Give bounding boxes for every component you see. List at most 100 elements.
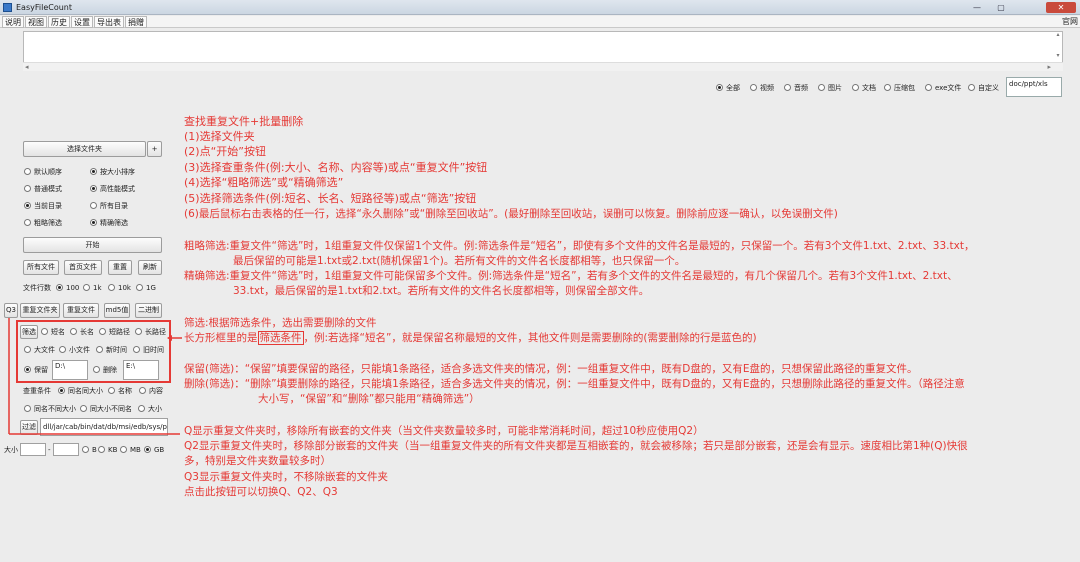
menu-settings[interactable]: 设置 xyxy=(71,16,93,28)
guide-step-4: (4)选择“粗略筛选”或“精确筛选” xyxy=(184,176,344,189)
close-button[interactable]: ✕ xyxy=(1046,2,1076,13)
refresh-button[interactable]: 刷新 xyxy=(138,260,162,275)
radio-dot-icon xyxy=(884,84,891,91)
type-document-radio[interactable]: 文档 xyxy=(852,84,876,93)
rows-1k-radio[interactable]: 1k xyxy=(83,284,102,293)
guide-step-1: (1)选择文件夹 xyxy=(184,130,255,143)
size-from-input[interactable] xyxy=(20,443,46,456)
filter-long-name-radio[interactable]: 长名 xyxy=(70,328,94,337)
size-range-dash: - xyxy=(48,446,51,454)
vertical-scrollbar[interactable]: ▴ ▾ xyxy=(1053,31,1063,61)
custom-type-input[interactable]: doc/ppt/xls xyxy=(1006,77,1062,97)
filter-short-name-radio[interactable]: 短名 xyxy=(41,328,65,337)
mode-normal-radio[interactable]: 普通模式 xyxy=(24,185,62,194)
guide-step-3: (3)选择查重条件(例:大小、名称、内容等)或点“重复文件”按钮 xyxy=(184,161,488,174)
duplicate-file-button[interactable]: 重复文件 xyxy=(63,303,99,318)
menu-donate[interactable]: 捐赠 xyxy=(125,16,147,28)
menu-view[interactable]: 视图 xyxy=(25,16,47,28)
unit-mb-radio[interactable]: MB xyxy=(120,446,141,455)
radio-dot-icon xyxy=(90,219,97,226)
type-all-radio[interactable]: 全部 xyxy=(716,84,740,93)
cond-content-radio[interactable]: 内容 xyxy=(139,387,163,396)
radio-dot-icon xyxy=(90,168,97,175)
rows-10k-radio[interactable]: 10k xyxy=(108,284,131,293)
delete-radio[interactable]: 删除 xyxy=(93,366,117,375)
select-folder-button[interactable]: 选择文件夹 xyxy=(23,141,146,157)
radio-dot-icon xyxy=(925,84,932,91)
cond-diff-size-radio[interactable]: 同名不同大小 xyxy=(24,405,76,414)
menu-export[interactable]: 导出表 xyxy=(94,16,124,28)
unit-b-radio[interactable]: B xyxy=(82,446,97,455)
type-image-radio[interactable]: 图片 xyxy=(818,84,842,93)
menu-history[interactable]: 历史 xyxy=(48,16,70,28)
guide-step-5: (5)选择筛选条件(例:短名、长名、短路径等)或点“筛选”按钮 xyxy=(184,192,477,205)
filter-long-path-radio[interactable]: 长路径 xyxy=(135,328,166,337)
type-audio-radio[interactable]: 音频 xyxy=(784,84,808,93)
extension-filter-input[interactable]: dll/jar/cab/bin/dat/db/msi/edb/sys/pak/j… xyxy=(40,418,168,436)
menu-help[interactable]: 说明 xyxy=(2,16,24,28)
filter-short-path-radio[interactable]: 短路径 xyxy=(99,328,130,337)
extension-filter-button[interactable]: 过滤 xyxy=(20,420,38,435)
radio-dot-icon xyxy=(24,219,31,226)
filter-precise-radio[interactable]: 精确筛选 xyxy=(90,219,128,228)
filter-condition-highlight: 筛选条件 xyxy=(257,331,304,345)
reset-button[interactable]: 重置 xyxy=(108,260,132,275)
delete-path-input[interactable]: E:\ xyxy=(123,360,159,380)
filter-description: 筛选:根据筛选条件，选出需要删除的文件 xyxy=(184,317,377,329)
dir-current-radio[interactable]: 当前目录 xyxy=(24,202,62,211)
dir-all-radio[interactable]: 所有目录 xyxy=(90,202,128,211)
radio-dot-icon xyxy=(82,446,89,453)
size-to-input[interactable] xyxy=(53,443,79,456)
rough-filter-line-1: 粗略筛选:重复文件“筛选”时，1组重复文件仅保留1个文件。例:筛选条件是“短名”… xyxy=(184,240,975,252)
sort-default-radio[interactable]: 默认顺序 xyxy=(24,168,62,177)
q-toggle-description: 点击此按钮可以切换Q、Q2、Q3 xyxy=(184,486,338,498)
menu-website[interactable]: 官网 xyxy=(1060,16,1080,28)
filter-new-time-radio[interactable]: 新时间 xyxy=(96,346,127,355)
type-custom-radio[interactable]: 自定义 xyxy=(968,84,999,93)
filter-small-file-radio[interactable]: 小文件 xyxy=(59,346,90,355)
filter-big-file-radio[interactable]: 大文件 xyxy=(24,346,55,355)
q-toggle-button[interactable]: Q3 xyxy=(4,303,18,318)
first-page-files-button[interactable]: 首页文件 xyxy=(64,260,102,275)
unit-gb-radio[interactable]: GB xyxy=(144,446,164,455)
start-button[interactable]: 开始 xyxy=(23,237,162,253)
maximize-button[interactable]: ▢ xyxy=(990,2,1012,13)
type-video-radio[interactable]: 视频 xyxy=(750,84,774,93)
radio-dot-icon xyxy=(24,202,31,209)
radio-dot-icon xyxy=(59,346,66,353)
keep-path-input[interactable]: D:\ xyxy=(52,360,88,380)
filter-old-time-radio[interactable]: 旧时间 xyxy=(133,346,164,355)
add-folder-button[interactable]: + xyxy=(147,141,162,157)
minimize-button[interactable]: — xyxy=(966,2,988,13)
duplicate-folder-button[interactable]: 重复文件夹 xyxy=(20,303,60,318)
radio-dot-icon xyxy=(852,84,859,91)
radio-dot-icon xyxy=(136,284,143,291)
radio-dot-icon xyxy=(108,387,115,394)
md5-button[interactable]: md5值 xyxy=(104,303,130,318)
guide-step-title: 查找重复文件+批量删除 xyxy=(184,115,304,128)
cond-size-radio[interactable]: 大小 xyxy=(138,405,162,414)
sort-size-radio[interactable]: 按大小排序 xyxy=(90,168,135,177)
filter-rough-radio[interactable]: 粗略筛选 xyxy=(24,219,62,228)
rows-100-radio[interactable]: 100 xyxy=(56,284,79,293)
rows-1g-radio[interactable]: 1G xyxy=(136,284,156,293)
mode-high-radio[interactable]: 高性能模式 xyxy=(90,185,135,194)
cond-diff-name-radio[interactable]: 同大小不同名 xyxy=(80,405,132,414)
unit-kb-radio[interactable]: KB xyxy=(98,446,117,455)
radio-dot-icon xyxy=(56,284,63,291)
cond-name-radio[interactable]: 名称 xyxy=(108,387,132,396)
radio-dot-icon xyxy=(818,84,825,91)
cond-name-size-radio[interactable]: 同名同大小 xyxy=(58,387,103,396)
horizontal-scrollbar[interactable]: ◂ ▸ xyxy=(23,62,1063,71)
radio-dot-icon xyxy=(133,346,140,353)
keep-radio[interactable]: 保留 xyxy=(24,366,48,375)
type-archive-radio[interactable]: 压缩包 xyxy=(884,84,915,93)
type-exe-radio[interactable]: exe文件 xyxy=(925,84,961,93)
radio-dot-icon xyxy=(98,446,105,453)
radio-dot-icon xyxy=(96,346,103,353)
all-files-button[interactable]: 所有文件 xyxy=(23,260,59,275)
binary-button[interactable]: 二进制 xyxy=(135,303,162,318)
radio-dot-icon xyxy=(24,366,31,373)
precise-filter-line-1: 精确筛选:重复文件“筛选”时，1组重复文件可能保留多个文件。例:筛选条件是“短名… xyxy=(184,270,958,282)
filter-button[interactable]: 筛选 xyxy=(20,325,38,339)
